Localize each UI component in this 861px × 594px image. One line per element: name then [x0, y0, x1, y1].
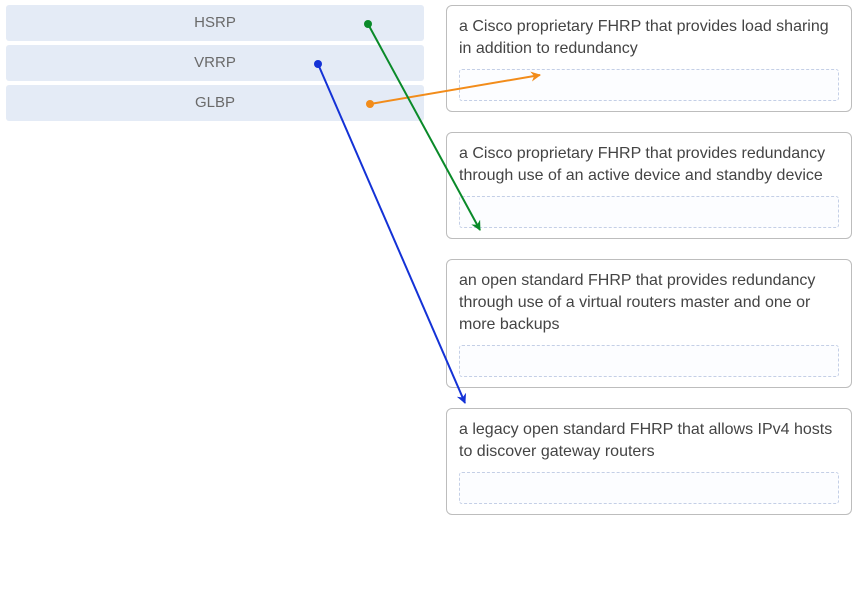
target-box-3: an open standard FHRP that provides redu…: [446, 259, 852, 388]
drop-zone-4[interactable]: [459, 472, 839, 504]
target-text-3: an open standard FHRP that provides redu…: [459, 270, 839, 335]
source-column: HSRP VRRP GLBP: [6, 5, 424, 125]
target-column: a Cisco proprietary FHRP that provides l…: [446, 5, 852, 535]
target-box-1: a Cisco proprietary FHRP that provides l…: [446, 5, 852, 112]
drop-zone-1[interactable]: [459, 69, 839, 101]
source-item-hsrp[interactable]: HSRP: [6, 5, 424, 41]
target-box-2: a Cisco proprietary FHRP that provides r…: [446, 132, 852, 239]
target-text-2: a Cisco proprietary FHRP that provides r…: [459, 143, 839, 186]
drop-zone-2[interactable]: [459, 196, 839, 228]
target-text-4: a legacy open standard FHRP that allows …: [459, 419, 839, 462]
drop-zone-3[interactable]: [459, 345, 839, 377]
target-text-1: a Cisco proprietary FHRP that provides l…: [459, 16, 839, 59]
source-item-vrrp[interactable]: VRRP: [6, 45, 424, 81]
target-box-4: a legacy open standard FHRP that allows …: [446, 408, 852, 515]
source-item-glbp[interactable]: GLBP: [6, 85, 424, 121]
